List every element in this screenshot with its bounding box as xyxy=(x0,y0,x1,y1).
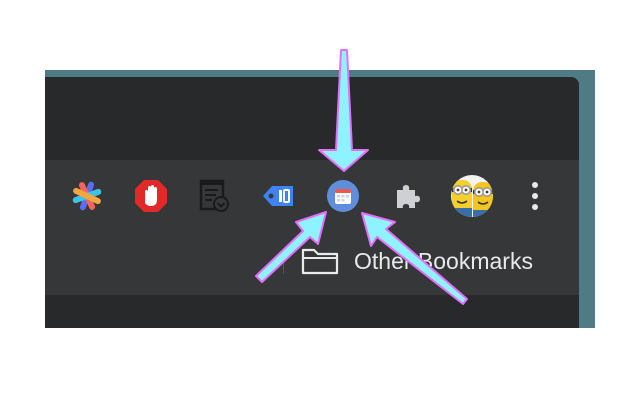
content-area xyxy=(45,295,579,328)
pinwheel-extension-button[interactable] xyxy=(68,177,106,215)
blue-tag-icon xyxy=(263,186,293,206)
calendar-icon xyxy=(327,180,359,212)
form-document-extension-button[interactable] xyxy=(195,177,233,215)
other-bookmarks-folder[interactable]: Other Bookmarks xyxy=(300,244,550,278)
extensions-menu-button[interactable] xyxy=(388,177,426,215)
folder-icon xyxy=(301,248,339,275)
bookmarks-separator xyxy=(283,252,284,274)
titlebar xyxy=(45,77,579,160)
profile-avatar-button[interactable] xyxy=(450,174,494,218)
calendar-extension-button[interactable] xyxy=(324,177,362,215)
document-check-icon xyxy=(199,179,229,212)
adblock-extension-button[interactable] xyxy=(132,177,170,215)
pinwheel-icon xyxy=(72,181,102,211)
minion-avatar xyxy=(451,175,493,217)
toolbar xyxy=(45,160,579,237)
three-dot-menu-icon xyxy=(532,182,538,210)
puzzle-piece-icon xyxy=(397,185,420,208)
browser-window xyxy=(45,77,579,328)
tag-extension-button[interactable] xyxy=(259,177,297,215)
other-bookmarks-label: Other Bookmarks xyxy=(354,247,533,274)
browser-menu-button[interactable] xyxy=(524,180,546,212)
stop-hand-icon xyxy=(135,180,167,212)
